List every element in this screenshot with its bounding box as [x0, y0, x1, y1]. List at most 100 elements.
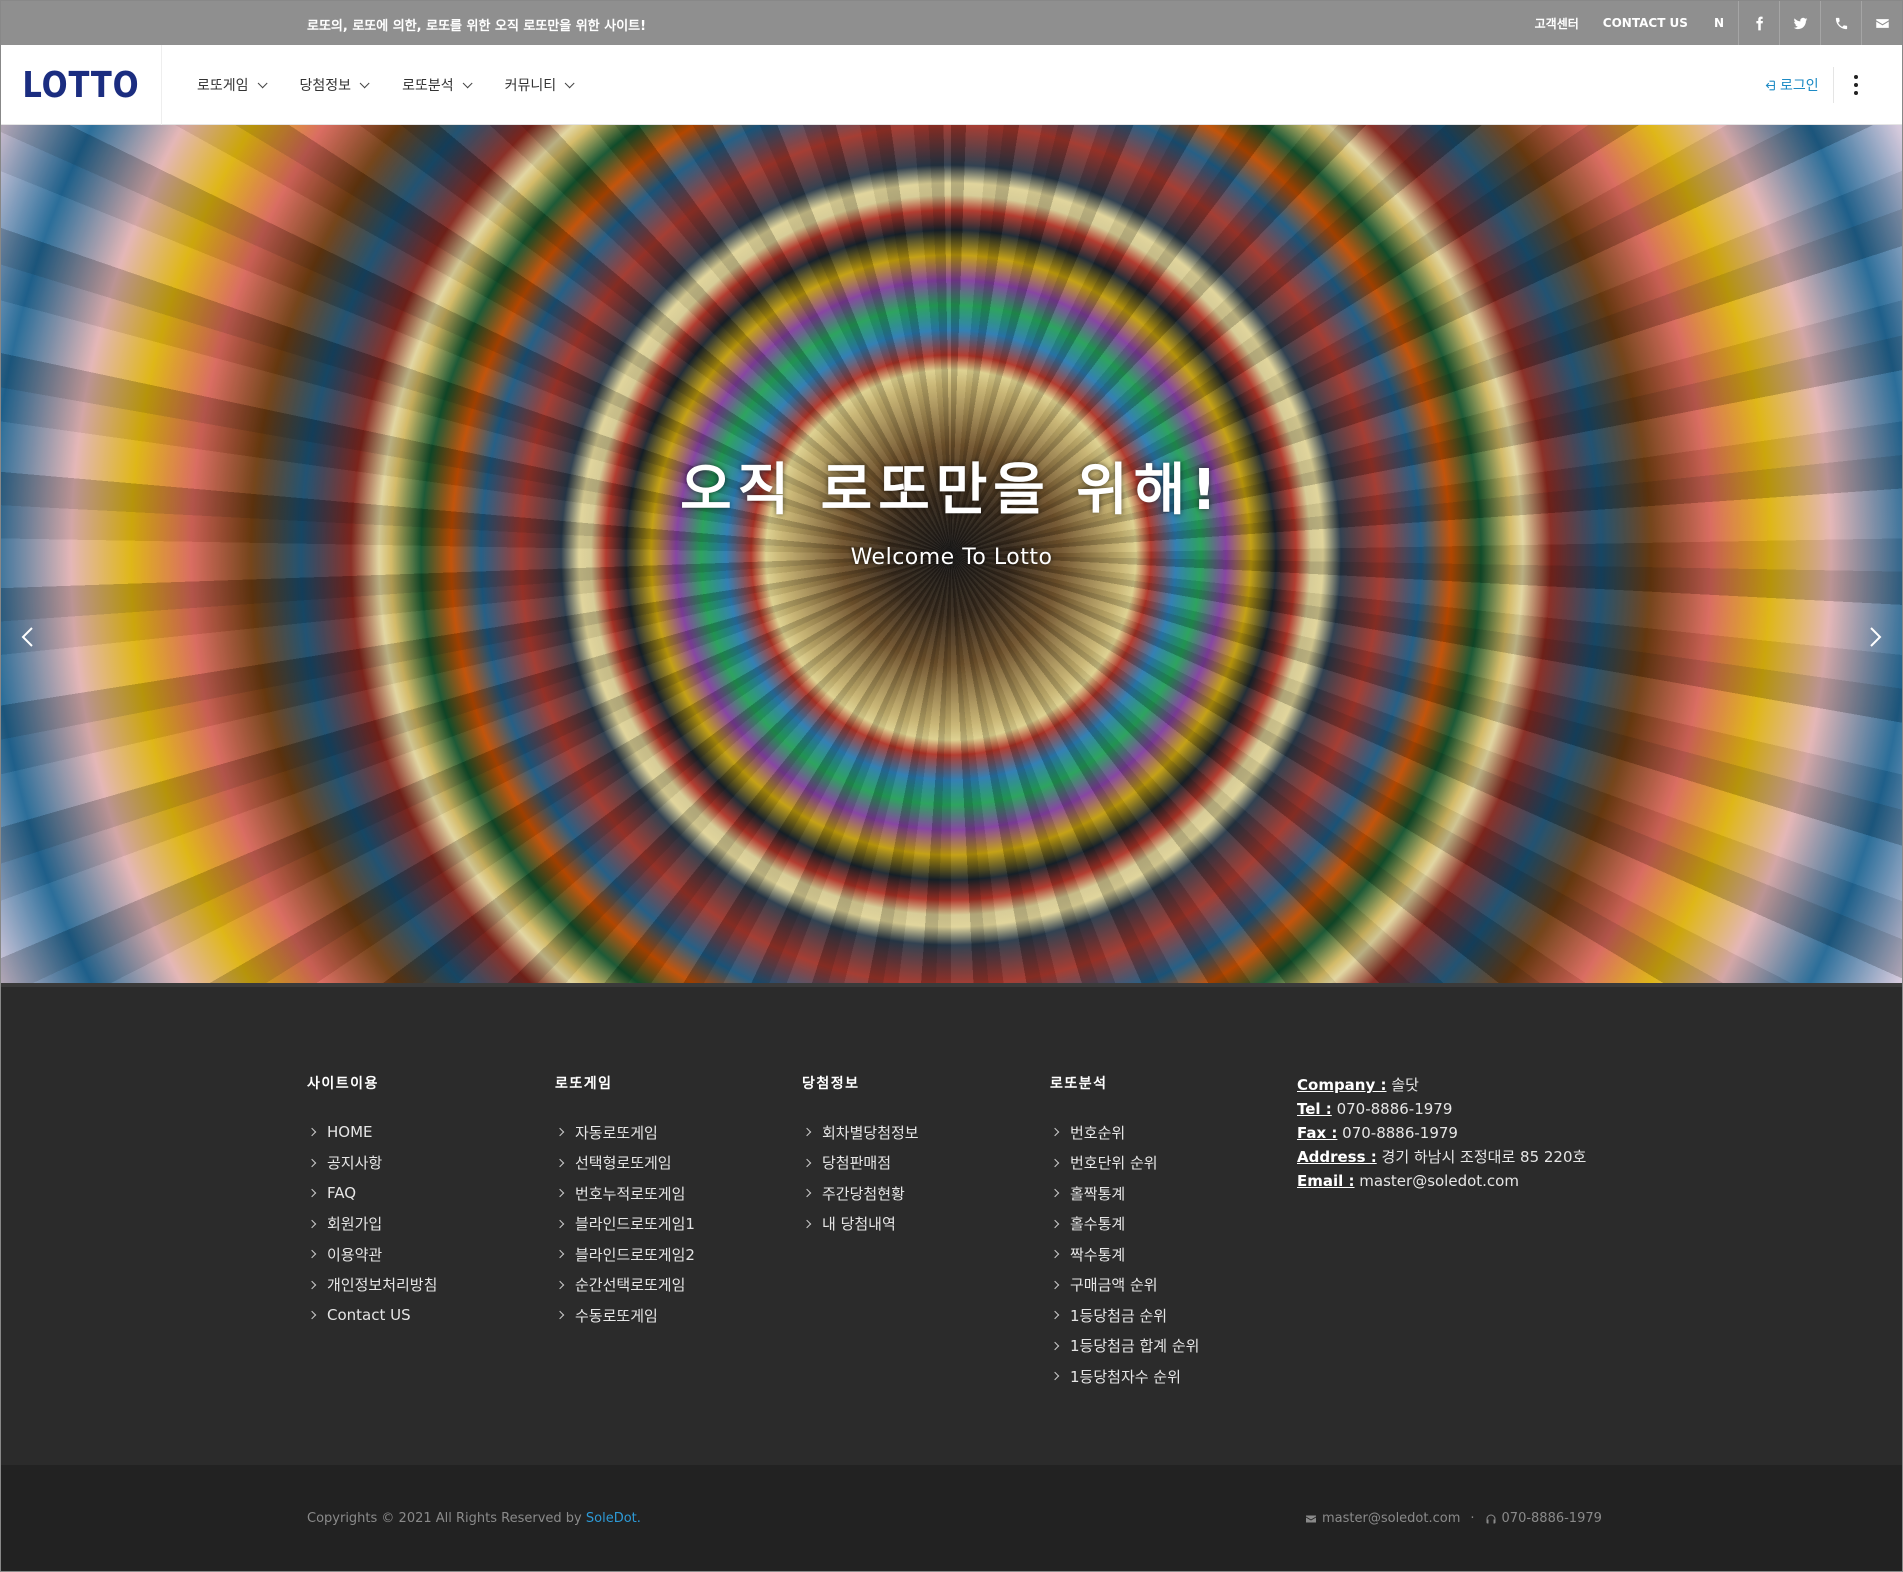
chevron-right-icon [802, 1189, 812, 1198]
footer-link[interactable]: 블라인드로또게임2 [555, 1239, 695, 1270]
footer-link[interactable]: 당첨판매점 [802, 1148, 919, 1179]
footer-link[interactable]: 홀수통계 [1050, 1209, 1199, 1240]
footer-column-lotto-analysis: 로또분석 번호순위 번호단위 순위 홀짝통계 홀수통계 짝수통계 구매금액 순위… [1050, 1073, 1199, 1392]
twitter-icon[interactable] [1779, 1, 1820, 45]
nav-item-label: 로또분석 [402, 78, 454, 94]
envelope-icon [1306, 1515, 1316, 1522]
nav-item-community[interactable]: 커뮤니티 [504, 75, 575, 95]
chevron-right-icon [307, 1280, 317, 1289]
copyright-text: Copyrights © 2021 All Rights Reserved by… [307, 1511, 641, 1526]
chevron-right-icon [1050, 1250, 1060, 1259]
footer-link[interactable]: 이용약관 [307, 1239, 437, 1270]
footer-link[interactable]: 번호누적로또게임 [555, 1178, 695, 1209]
footer-link[interactable]: 회원가입 [307, 1209, 437, 1240]
customer-center-link[interactable]: 고객센터 [1523, 1, 1591, 45]
chevron-right-icon [1050, 1219, 1060, 1228]
nav-item-label: 커뮤니티 [504, 78, 557, 94]
nav-item-winning-info[interactable]: 당첨정보 [299, 75, 370, 95]
chevron-right-icon [1050, 1128, 1060, 1137]
footer-link[interactable]: 주간당첨현황 [802, 1178, 919, 1209]
site-footer: 사이트이용 HOME 공지사항 FAQ 회원가입 이용약관 개인정보처리방침 C… [1, 983, 1902, 1465]
footer-link[interactable]: FAQ [307, 1178, 437, 1209]
login-link[interactable]: 로그인 [1763, 75, 1819, 95]
chevron-right-icon [802, 1128, 812, 1137]
footer-link[interactable]: 1등당첨금 순위 [1050, 1300, 1199, 1331]
chevron-right-icon [802, 1219, 812, 1228]
chevron-right-icon [555, 1189, 565, 1198]
nav-item-lotto-game[interactable]: 로또게임 [197, 75, 268, 95]
chevron-right-icon [1050, 1158, 1060, 1167]
facebook-icon[interactable] [1738, 1, 1779, 45]
contact-tel: Tel : 070-8886-1979 [1297, 1100, 1453, 1118]
bottom-contact: master@soledot.com · 070-8886-1979 [1305, 1511, 1602, 1526]
footer-column-site: 사이트이용 HOME 공지사항 FAQ 회원가입 이용약관 개인정보처리방침 C… [307, 1073, 437, 1331]
footer-link[interactable]: 블라인드로또게임1 [555, 1209, 695, 1240]
footer-link[interactable]: 1등당첨자수 순위 [1050, 1361, 1199, 1392]
chevron-down-icon [564, 77, 575, 88]
chevron-right-icon [555, 1128, 565, 1137]
chevron-right-icon [555, 1280, 565, 1289]
chevron-right-icon [1050, 1341, 1060, 1350]
chevron-down-icon [257, 77, 268, 88]
footer-link[interactable]: 내 당첨내역 [802, 1209, 919, 1240]
footer-link[interactable]: 개인정보처리방침 [307, 1270, 437, 1301]
footer-bottom-bar: Copyrights © 2021 All Rights Reserved by… [1, 1465, 1902, 1571]
sign-in-icon [1765, 80, 1775, 90]
chevron-right-icon [307, 1219, 317, 1228]
nav-item-lotto-analysis[interactable]: 로또분석 [402, 75, 473, 95]
footer-link[interactable]: 수동로또게임 [555, 1300, 695, 1331]
chevron-right-icon [307, 1311, 317, 1320]
contact-us-link[interactable]: CONTACT US [1591, 1, 1700, 45]
footer-link[interactable]: 회차별당첨정보 [802, 1117, 919, 1148]
login-label: 로그인 [1780, 78, 1819, 94]
top-bar: 로또의, 로또에 의한, 로또를 위한 오직 로또만을 위한 사이트! 고객센터… [1, 1, 1902, 45]
footer-column-title: 로또분석 [1050, 1076, 1108, 1092]
contact-email: Email : master@soledot.com [1297, 1172, 1519, 1190]
site-tagline: 로또의, 로또에 의한, 로또를 위한 오직 로또만을 위한 사이트! [307, 19, 647, 34]
footer-link[interactable]: 홀짝통계 [1050, 1178, 1199, 1209]
chevron-right-icon [307, 1189, 317, 1198]
site-logo[interactable]: LOTTO [1, 45, 162, 125]
chevron-right-icon [307, 1250, 317, 1259]
chevron-right-icon [555, 1158, 565, 1167]
chevron-right-icon [307, 1158, 317, 1167]
chevron-right-icon [1050, 1311, 1060, 1320]
footer-link[interactable]: 선택형로또게임 [555, 1148, 695, 1179]
chevron-right-icon [555, 1250, 565, 1259]
footer-link[interactable]: 짝수통계 [1050, 1239, 1199, 1270]
chevron-right-icon [802, 1158, 812, 1167]
hero-title: 오직 로또만을 위해! [680, 458, 1223, 523]
nav-item-label: 로또게임 [197, 78, 249, 94]
bottom-email[interactable]: master@soledot.com [1322, 1511, 1460, 1526]
footer-contact-info: Company : 솔닷 Tel : 070-8886-1979 Fax : 0… [1297, 1073, 1597, 1193]
phone-icon[interactable] [1820, 1, 1861, 45]
nav-item-label: 당첨정보 [299, 78, 352, 94]
bottom-phone[interactable]: 070-8886-1979 [1502, 1511, 1602, 1526]
footer-link[interactable]: 공지사항 [307, 1148, 437, 1179]
hero-subtitle: Welcome To Lotto [850, 545, 1053, 570]
naver-link[interactable]: N [1700, 1, 1738, 45]
slider-prev-arrow-icon[interactable] [17, 625, 37, 649]
envelope-icon[interactable] [1861, 1, 1902, 45]
contact-address: Address : 경기 하남시 조정대로 85 220호 [1297, 1148, 1587, 1166]
footer-link[interactable]: 구매금액 순위 [1050, 1270, 1199, 1301]
headphones-icon [1486, 1514, 1496, 1523]
more-menu-icon[interactable] [1851, 75, 1861, 95]
chevron-right-icon [307, 1128, 317, 1137]
footer-column-title: 당첨정보 [802, 1076, 860, 1092]
footer-link[interactable]: 1등당첨금 합계 순위 [1050, 1331, 1199, 1362]
footer-link[interactable]: 순간선택로또게임 [555, 1270, 695, 1301]
footer-link[interactable]: 번호단위 순위 [1050, 1148, 1199, 1179]
chevron-right-icon [1050, 1280, 1060, 1289]
chevron-right-icon [1050, 1189, 1060, 1198]
footer-link[interactable]: HOME [307, 1117, 437, 1148]
footer-link[interactable]: 자동로또게임 [555, 1117, 695, 1148]
slider-next-arrow-icon[interactable] [1866, 625, 1886, 649]
contact-company: Company : 솔닷 [1297, 1076, 1419, 1094]
hero-slider: 오직 로또만을 위해! Welcome To Lotto [1, 125, 1902, 983]
chevron-right-icon [1050, 1372, 1060, 1381]
footer-link[interactable]: 번호순위 [1050, 1117, 1199, 1148]
brand-link[interactable]: SoleDot. [586, 1511, 641, 1526]
logo-text: LOTTO [22, 64, 140, 106]
footer-link[interactable]: Contact US [307, 1300, 437, 1331]
